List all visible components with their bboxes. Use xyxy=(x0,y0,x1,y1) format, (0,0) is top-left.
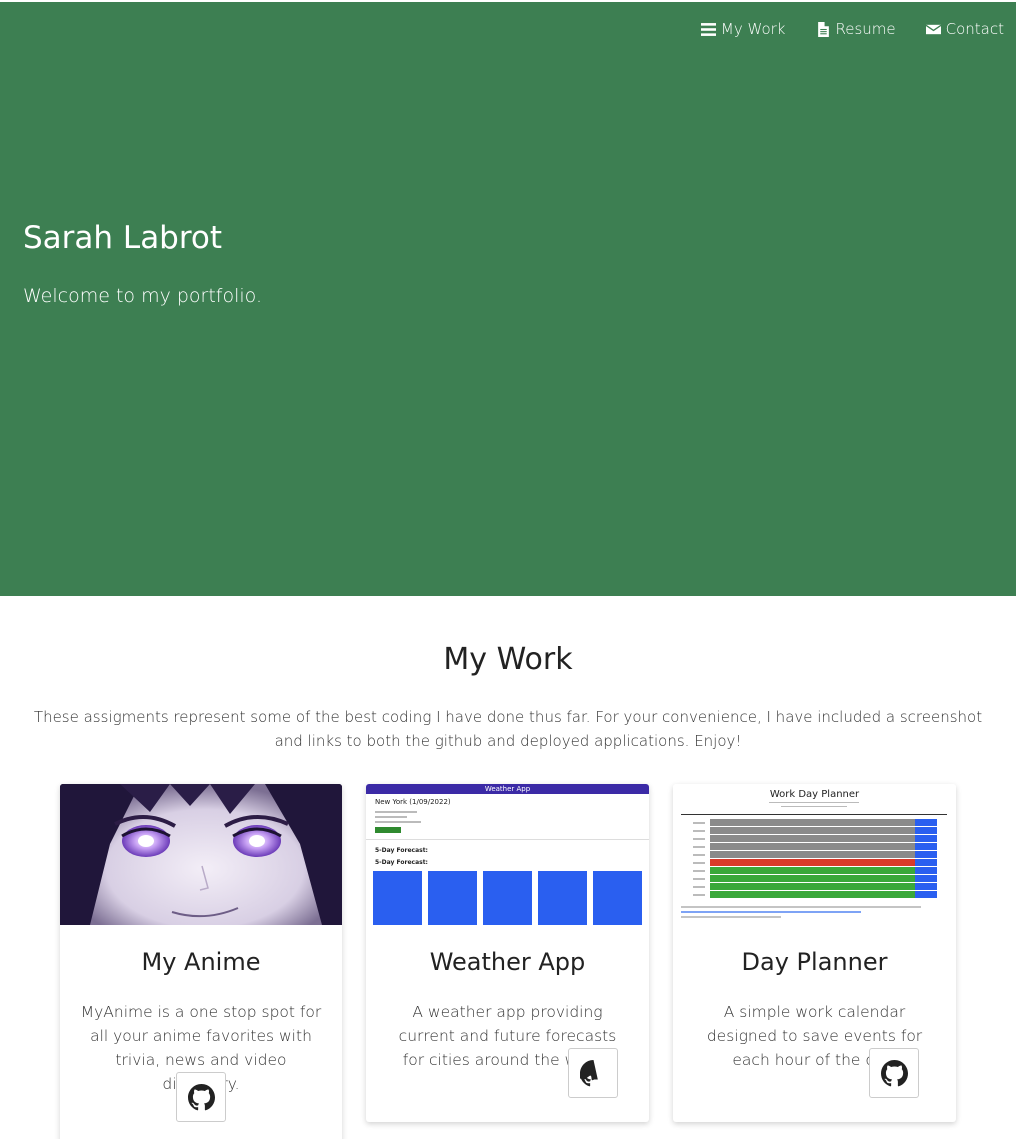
github-icon xyxy=(579,1059,598,1086)
planner-screenshot-rule xyxy=(681,814,947,815)
project-card-anime: My Anime MyAnime is a one stop spot for … xyxy=(60,784,342,1139)
weather-screenshot-tile xyxy=(483,871,532,925)
planner-screenshot-save xyxy=(915,835,937,842)
planner-screenshot-save xyxy=(915,827,937,834)
planner-screenshot[interactable]: Work Day Planner xyxy=(673,784,956,925)
planner-screenshot-hour xyxy=(693,830,705,832)
weather-screenshot-line xyxy=(375,816,407,818)
nav-my-work[interactable]: My Work xyxy=(700,20,786,38)
github-icon xyxy=(880,1059,908,1086)
hero-title: Sarah Labrot xyxy=(23,220,223,256)
planner-screenshot-row xyxy=(710,851,915,858)
nav-contact[interactable]: Contact xyxy=(925,20,1004,38)
planner-screenshot-hour xyxy=(693,838,705,840)
bars-icon xyxy=(700,22,716,36)
planner-screenshot-save xyxy=(915,883,937,890)
hero-banner: My Work Resume Contact Sarah Labrot Welc… xyxy=(0,2,1016,596)
planner-screenshot-save xyxy=(915,875,937,882)
nav-contact-label: Contact xyxy=(945,20,1004,38)
envelope-icon xyxy=(925,24,941,34)
weather-screenshot-city: New York (1/09/2022) xyxy=(375,798,451,806)
planner-screenshot-line xyxy=(681,906,921,908)
planner-screenshot-hour xyxy=(693,862,705,864)
planner-screenshot-line xyxy=(769,802,859,803)
weather-screenshot-tiles xyxy=(373,871,642,925)
weather-screenshot-forecast-label: 5-Day Forecast: xyxy=(375,859,428,866)
planner-screenshot-hour xyxy=(693,894,705,896)
card-title: Weather App xyxy=(429,948,586,976)
file-icon xyxy=(817,21,829,37)
planner-screenshot-save xyxy=(915,891,937,898)
weather-screenshot[interactable]: Weather App New York (1/09/2022) 5-Day F… xyxy=(366,784,649,925)
weather-screenshot-forecast-label: 5-Day Forecast: xyxy=(375,847,428,854)
planner-screenshot-hour xyxy=(693,878,705,880)
planner-screenshot-line xyxy=(781,806,847,807)
planner-screenshot-hour xyxy=(693,846,705,848)
weather-screenshot-line xyxy=(375,821,421,823)
github-button[interactable] xyxy=(869,1048,919,1098)
project-card-planner: Work Day Planner Day Planner A simple wo… xyxy=(673,784,956,1122)
planner-screenshot-link xyxy=(681,911,861,913)
anime-screenshot[interactable] xyxy=(60,784,342,925)
top-nav: My Work Resume Contact xyxy=(700,20,1004,38)
planner-screenshot-title: Work Day Planner xyxy=(769,789,860,800)
weather-screenshot-tile xyxy=(428,871,477,925)
planner-screenshot-row xyxy=(710,835,915,842)
planner-screenshot-row xyxy=(710,875,915,882)
weather-screenshot-divider xyxy=(366,839,649,840)
hero-subtitle: Welcome to my portfolio. xyxy=(23,285,263,307)
planner-screenshot-row xyxy=(710,827,915,834)
planner-screenshot-hour xyxy=(693,854,705,856)
section-description: These assigments represent some of the b… xyxy=(33,708,983,750)
planner-screenshot-row xyxy=(710,819,915,826)
planner-screenshot-save xyxy=(915,843,937,850)
nav-my-work-label: My Work xyxy=(720,20,786,38)
planner-screenshot-save xyxy=(915,859,937,866)
planner-screenshot-row xyxy=(710,843,915,850)
planner-screenshot-hour xyxy=(693,886,705,888)
weather-screenshot-tile xyxy=(373,871,422,925)
planner-screenshot-row xyxy=(710,867,915,874)
weather-screenshot-uv xyxy=(375,827,401,833)
weather-screenshot-tile xyxy=(538,871,587,925)
planner-screenshot-row xyxy=(710,859,915,866)
planner-screenshot-hour xyxy=(693,822,705,824)
planner-screenshot-row xyxy=(710,891,915,898)
weather-screenshot-line xyxy=(375,811,417,813)
nav-resume-label: Resume xyxy=(835,20,896,38)
planner-screenshot-line xyxy=(681,916,781,918)
card-title: My Anime xyxy=(141,948,261,976)
github-button[interactable] xyxy=(176,1072,226,1122)
github-icon xyxy=(187,1083,215,1110)
weather-screenshot-header: Weather App xyxy=(366,784,649,794)
anime-screenshot-image xyxy=(60,784,342,925)
nav-resume[interactable]: Resume xyxy=(816,20,896,38)
card-title: Day Planner xyxy=(741,948,888,976)
planner-screenshot-hour xyxy=(693,870,705,872)
planner-screenshot-save xyxy=(915,867,937,874)
planner-screenshot-row xyxy=(710,883,915,890)
github-button[interactable] xyxy=(568,1048,618,1098)
project-card-weather: Weather App New York (1/09/2022) 5-Day F… xyxy=(366,784,649,1122)
weather-screenshot-tile xyxy=(593,871,642,925)
planner-screenshot-save xyxy=(915,819,937,826)
section-title: My Work xyxy=(443,642,573,677)
planner-screenshot-save xyxy=(915,851,937,858)
